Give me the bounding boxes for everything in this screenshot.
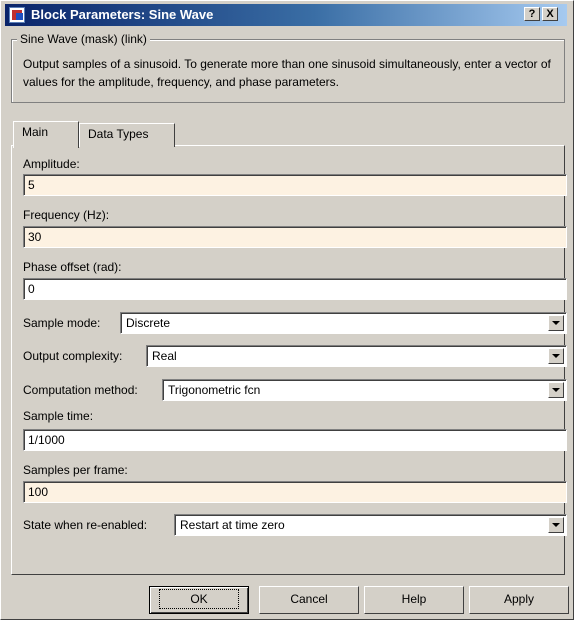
window-title: Block Parameters: Sine Wave <box>31 7 214 22</box>
apply-button[interactable]: Apply <box>469 586 569 614</box>
sample-mode-label: Sample mode: <box>23 316 101 330</box>
block-description: Output samples of a sinusoid. To generat… <box>23 57 551 89</box>
state-reenabled-label: State when re-enabled: <box>23 518 148 532</box>
context-help-button[interactable]: ? <box>524 7 540 21</box>
sample-mode-value: Discrete <box>126 316 171 330</box>
output-complexity-select[interactable]: Real <box>146 345 567 367</box>
chevron-down-icon[interactable] <box>548 382 564 398</box>
sample-time-label: Sample time: <box>23 409 94 423</box>
frequency-input[interactable]: 30 <box>23 226 567 248</box>
sample-mode-select[interactable]: Discrete <box>120 312 567 334</box>
computation-method-select[interactable]: Trigonometric fcn <box>162 379 567 401</box>
chevron-down-icon[interactable] <box>548 315 564 331</box>
close-button[interactable]: X <box>542 7 558 21</box>
block-parameters-dialog: Block Parameters: Sine Wave ? X Sine Wav… <box>0 0 574 620</box>
chevron-down-icon[interactable] <box>548 348 564 364</box>
computation-method-value: Trigonometric fcn <box>168 383 261 397</box>
group-legend: Sine Wave (mask) (link) <box>17 32 150 46</box>
simulink-block-icon <box>9 7 25 23</box>
phase-offset-label: Phase offset (rad): <box>23 260 122 274</box>
state-reenabled-value: Restart at time zero <box>180 518 285 532</box>
amplitude-label: Amplitude: <box>23 157 80 171</box>
samples-per-frame-label: Samples per frame: <box>23 463 128 477</box>
amplitude-input[interactable]: 5 <box>23 174 567 196</box>
phase-offset-input[interactable]: 0 <box>23 278 567 300</box>
samples-per-frame-input[interactable]: 100 <box>23 481 567 503</box>
output-complexity-value: Real <box>152 349 177 363</box>
title-bar[interactable]: Block Parameters: Sine Wave ? X <box>5 4 567 26</box>
tab-data-types[interactable]: Data Types <box>79 123 175 147</box>
ok-button[interactable]: OK <box>149 586 249 614</box>
tab-main[interactable]: Main <box>13 121 79 148</box>
chevron-down-icon[interactable] <box>548 517 564 533</box>
help-button[interactable]: Help <box>364 586 464 614</box>
sample-time-input[interactable]: 1/1000 <box>23 429 567 451</box>
computation-method-label: Computation method: <box>23 383 138 397</box>
state-reenabled-select[interactable]: Restart at time zero <box>174 514 567 536</box>
frequency-label: Frequency (Hz): <box>23 208 110 222</box>
cancel-button[interactable]: Cancel <box>259 586 359 614</box>
output-complexity-label: Output complexity: <box>23 349 123 363</box>
ok-button-label: OK <box>159 589 239 609</box>
